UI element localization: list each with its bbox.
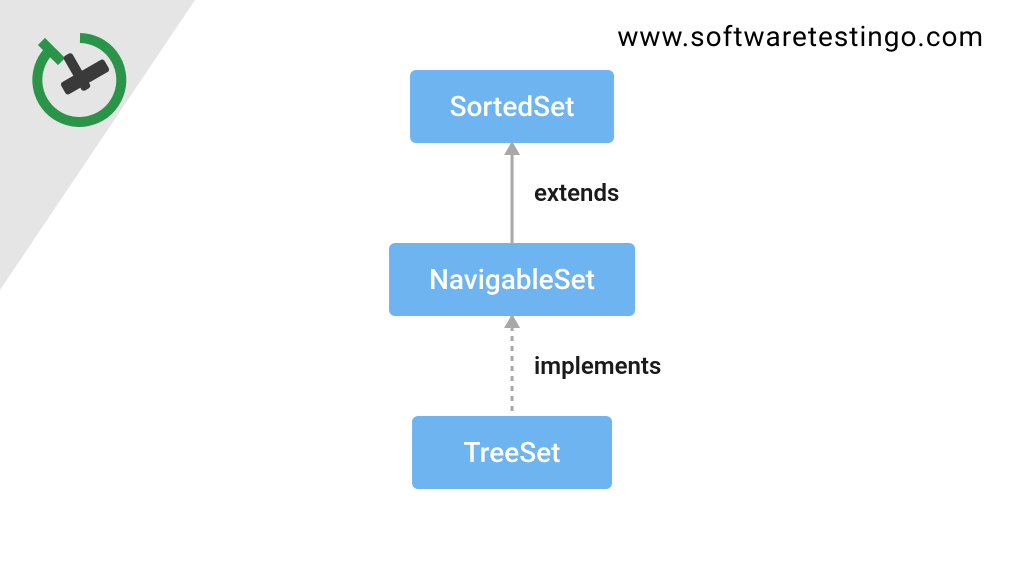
logo-icon <box>30 30 130 130</box>
node-navigableset: NavigableSet <box>389 243 635 316</box>
arrow-line-solid <box>511 143 514 243</box>
arrow-head-icon <box>504 141 520 155</box>
site-url: www.softwaretestingo.com <box>617 20 984 53</box>
node-treeset: TreeSet <box>412 416 612 489</box>
implements-label: implements <box>534 352 661 380</box>
arrow-line-dotted <box>511 316 514 416</box>
site-logo <box>30 30 130 134</box>
node-sortedset: SortedSet <box>410 70 615 143</box>
class-hierarchy-diagram: SortedSet extends NavigableSet implement… <box>389 70 635 489</box>
connector-extends: extends <box>412 143 612 243</box>
connector-implements: implements <box>412 316 612 416</box>
arrow-head-icon <box>504 314 520 328</box>
extends-label: extends <box>534 179 619 207</box>
